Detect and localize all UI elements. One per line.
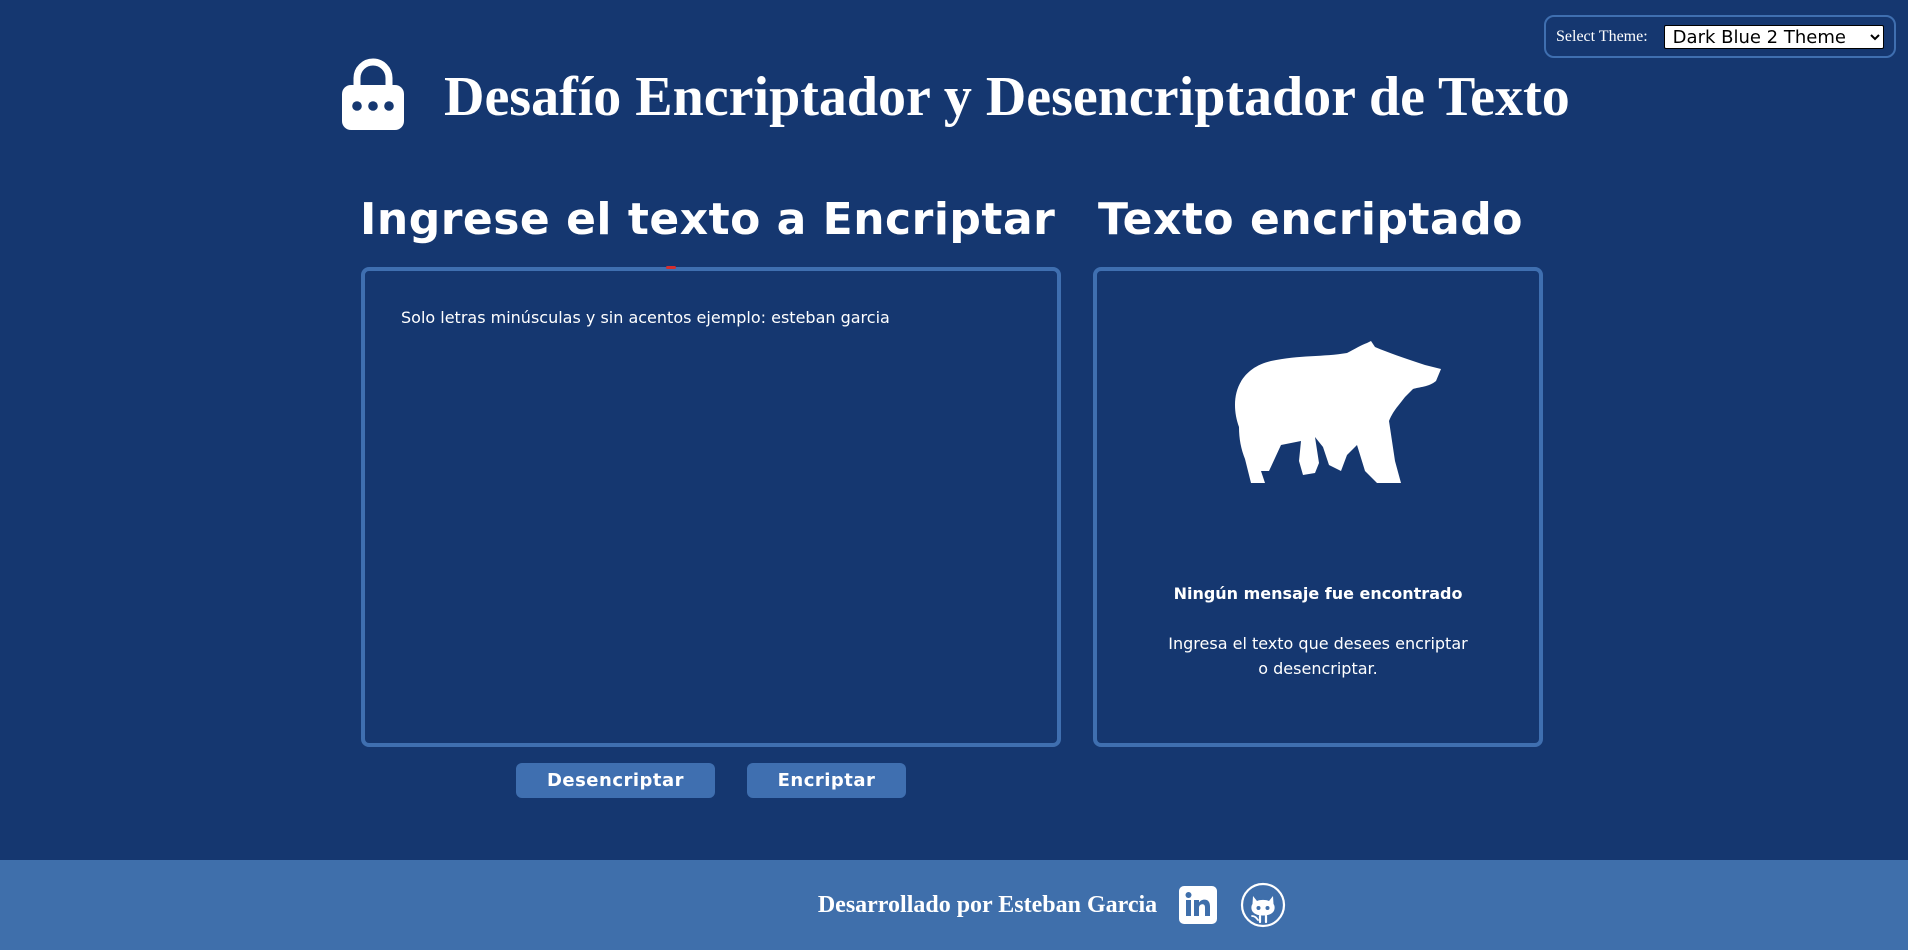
linkedin-icon [1179, 886, 1218, 924]
input-heading: Ingrese el texto a Encriptar [360, 194, 1056, 245]
output-heading: Texto encriptado [1098, 194, 1523, 245]
output-panel: Ningún mensaje fue encontrado Ingresa el… [1093, 267, 1543, 747]
bear-icon [1234, 341, 1441, 483]
red-mark-decoration [666, 266, 676, 269]
text-input[interactable] [365, 271, 1057, 743]
input-panel [361, 267, 1061, 747]
footer-credit: Desarrollado por Esteban Garcia [817, 891, 1158, 918]
theme-selector: Select Theme: Dark Blue 2 Theme [1544, 15, 1896, 58]
footer: Desarrollado por Esteban Garcia [0, 860, 1908, 950]
github-link[interactable] [1237, 882, 1286, 928]
github-icon [1241, 882, 1286, 928]
lock-icon [342, 58, 404, 130]
encrypt-button[interactable]: Encriptar [747, 763, 906, 798]
decrypt-button[interactable]: Desencriptar [516, 763, 715, 798]
page-title: Desafío Encriptador y Desencriptador de … [444, 66, 1570, 128]
theme-label: Select Theme: [1556, 27, 1648, 45]
empty-message-description: Ingresa el texto que desees encriptar o … [1168, 634, 1468, 678]
empty-message-title: Ningún mensaje fue encontrado [1173, 584, 1463, 603]
linkedin-link[interactable] [1179, 886, 1218, 924]
theme-select[interactable]: Dark Blue 2 Theme [1663, 24, 1884, 49]
